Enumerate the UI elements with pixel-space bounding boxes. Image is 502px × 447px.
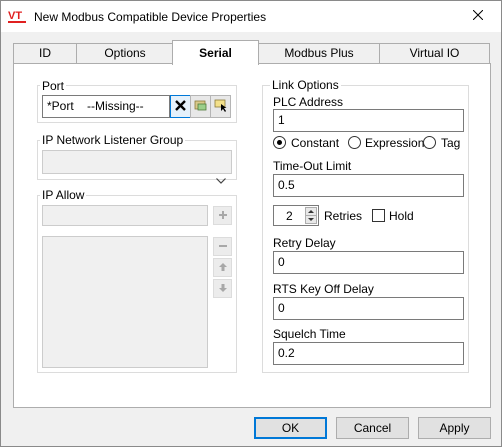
tab-serial[interactable]: Serial xyxy=(172,40,259,65)
close-icon xyxy=(472,9,484,23)
tab-options[interactable]: Options xyxy=(76,43,174,64)
clear-port-button[interactable] xyxy=(170,95,191,118)
timeout-field[interactable]: 0.5 xyxy=(273,174,464,197)
retry-delay-label: Retry Delay xyxy=(273,236,336,250)
clear-icon xyxy=(175,99,186,114)
ip-network-group-label: IP Network Listener Group xyxy=(40,133,186,147)
plc-address-label: PLC Address xyxy=(273,95,344,109)
ip-allow-group-label: IP Allow xyxy=(40,188,87,202)
window-title: New Modbus Compatible Device Properties xyxy=(34,10,267,24)
move-up-button[interactable] xyxy=(213,258,232,277)
tab-id[interactable]: ID xyxy=(13,43,77,64)
app-logo: VT xyxy=(8,8,28,24)
rts-key-off-delay-label: RTS Key Off Delay xyxy=(273,282,374,296)
select-port-button[interactable] xyxy=(210,95,231,118)
retries-spinner[interactable]: 2 xyxy=(273,205,319,226)
serial-tab-panel: Port *Port --Missing-- IP Network Listen… xyxy=(13,63,491,408)
remove-icon xyxy=(218,240,228,254)
browse-port-button[interactable] xyxy=(190,95,211,118)
retry-delay-field[interactable]: 0 xyxy=(273,251,464,274)
add-ip-button[interactable] xyxy=(213,206,232,225)
dialog-window: VT New Modbus Compatible Device Properti… xyxy=(0,0,502,447)
retries-value: 2 xyxy=(286,209,293,223)
select-tag-icon xyxy=(214,99,228,115)
tag-radio[interactable] xyxy=(423,136,436,149)
timeout-label: Time-Out Limit xyxy=(273,159,352,173)
ip-allow-list[interactable] xyxy=(42,236,208,368)
tab-strip: ID Options Serial Modbus Plus Virtual IO xyxy=(13,40,491,65)
squelch-time-field[interactable]: 0.2 xyxy=(273,342,464,365)
spin-down-icon[interactable] xyxy=(305,215,317,224)
remove-ip-button[interactable] xyxy=(213,237,232,256)
title-bar: VT New Modbus Compatible Device Properti… xyxy=(1,1,501,32)
cancel-button[interactable]: Cancel xyxy=(336,417,409,439)
close-button[interactable] xyxy=(455,1,501,31)
browse-folder-icon xyxy=(194,99,208,114)
ok-button[interactable]: OK xyxy=(254,417,327,439)
tag-radio-label: Tag xyxy=(441,136,461,150)
port-group-label: Port xyxy=(40,79,67,93)
expression-radio-label: Expression xyxy=(365,136,425,150)
ip-allow-input[interactable] xyxy=(42,205,208,226)
plc-address-field[interactable]: 1 xyxy=(273,109,464,132)
hold-label: Hold xyxy=(389,209,414,223)
port-field[interactable]: *Port --Missing-- xyxy=(42,95,170,118)
squelch-time-label: Squelch Time xyxy=(273,327,346,341)
tab-virtual-io[interactable]: Virtual IO xyxy=(379,43,490,64)
add-icon xyxy=(218,209,228,223)
constant-radio-label: Constant xyxy=(291,136,340,150)
expression-radio[interactable] xyxy=(348,136,361,149)
move-down-icon xyxy=(218,282,228,296)
hold-checkbox[interactable] xyxy=(372,209,385,222)
move-down-button[interactable] xyxy=(213,279,232,298)
svg-text:VT: VT xyxy=(8,10,22,22)
apply-button[interactable]: Apply xyxy=(418,417,491,439)
constant-radio[interactable] xyxy=(273,136,286,149)
rts-key-off-delay-field[interactable]: 0 xyxy=(273,297,464,320)
ip-network-dropdown[interactable] xyxy=(42,150,232,184)
retries-label: Retries xyxy=(324,209,363,223)
move-up-icon xyxy=(218,261,228,275)
tab-modbus-plus[interactable]: Modbus Plus xyxy=(258,43,380,64)
link-options-group-label: Link Options xyxy=(270,78,341,92)
